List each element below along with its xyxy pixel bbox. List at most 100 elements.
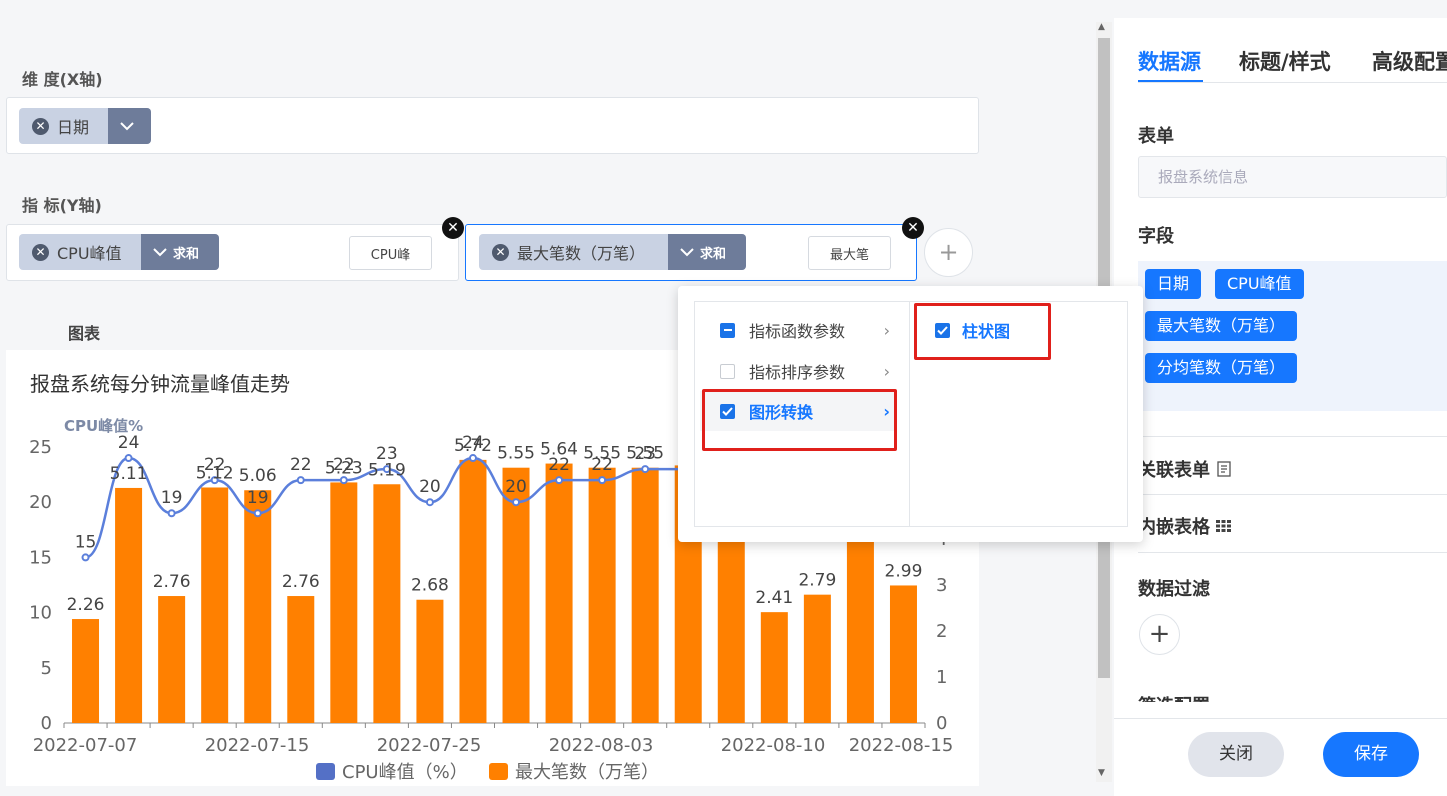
field-tag-date[interactable]: 日期	[1145, 269, 1202, 299]
metrics-label: 指 标(Y轴)	[22, 196, 102, 215]
add-metric-button[interactable]: +	[924, 228, 973, 277]
x-tick-label: 2022-07-15	[205, 735, 310, 756]
x-tick-label: 2022-07-25	[377, 735, 482, 756]
bar-label: 5.55	[497, 444, 535, 464]
add-filter-button[interactable]: +	[1139, 614, 1180, 655]
bar-label: 2.41	[755, 588, 793, 608]
aggregate-label: 求和	[173, 246, 200, 262]
dimension-chip[interactable]: ✕ 日期	[19, 108, 151, 144]
menu-item-func-params[interactable]: 指标函数参数 ›	[700, 310, 896, 350]
y-tick-left: 10	[29, 603, 52, 624]
dimension-chip-label: 日期	[57, 118, 90, 137]
line-label: 19	[161, 488, 183, 508]
tab-datasource[interactable]: 数据源	[1138, 46, 1201, 76]
metric-name: 最大笔数（万笔）	[517, 244, 646, 263]
field-label: 字段	[1138, 226, 1174, 247]
remove-icon[interactable]: ✕	[32, 117, 49, 135]
bar	[158, 596, 186, 723]
aggregate-label: 求和	[700, 246, 727, 262]
bar	[760, 612, 788, 723]
x-tick-label: 2022-08-10	[721, 735, 826, 756]
line-point	[512, 498, 521, 507]
line-label: 20	[419, 477, 441, 497]
close-icon[interactable]: ✕	[902, 217, 924, 239]
legend-label: CPU峰值（%）	[342, 762, 468, 783]
aggregate-dropdown[interactable]: 求和	[141, 234, 219, 270]
bar-label: 2.68	[411, 576, 449, 596]
bar	[889, 585, 917, 723]
highlight-frame	[914, 303, 1051, 360]
line-point	[167, 509, 176, 518]
line-label: 19	[247, 488, 269, 508]
y-tick-left: 25	[29, 437, 52, 458]
tab-style[interactable]: 标题/样式	[1239, 46, 1331, 76]
y-tick-left: 20	[29, 492, 52, 513]
x-tick-label: 2022-08-03	[549, 735, 654, 756]
line-point	[641, 465, 650, 474]
dimension-dropzone[interactable]	[6, 97, 979, 154]
legend-label: 最大笔数（万笔）	[515, 762, 659, 783]
x-tick-label: 2022-07-07	[33, 735, 138, 756]
line-point	[425, 498, 434, 507]
metric-name: CPU峰值	[57, 244, 122, 263]
menu-item-label: 指标函数参数	[749, 322, 846, 341]
line-label: 22	[333, 455, 355, 475]
legend-swatch	[316, 763, 335, 780]
bar	[115, 487, 143, 723]
save-button[interactable]: 保存	[1323, 732, 1419, 777]
tab-advanced[interactable]: 高级配置	[1372, 46, 1447, 76]
related-form[interactable]: 关联表单	[1138, 456, 1232, 482]
form-select[interactable]: 报盘系统信息	[1138, 156, 1447, 198]
bar-label: 5.06	[239, 466, 277, 486]
bar	[287, 596, 315, 723]
scroll-down-icon[interactable]: ▼	[1098, 768, 1105, 778]
metric-alias-input[interactable]: 最大笔	[808, 236, 891, 270]
remove-icon[interactable]: ✕	[492, 243, 509, 261]
y-tick-left: 15	[29, 547, 52, 568]
bar-label: 2.76	[282, 572, 320, 592]
chevron-right-icon: ›	[883, 361, 890, 381]
chart-section-label: 图表	[68, 324, 101, 343]
scroll-up-icon[interactable]: ▲	[1098, 22, 1105, 32]
close-button[interactable]: 关闭	[1188, 732, 1284, 777]
line-point	[555, 476, 564, 485]
bar	[373, 484, 401, 723]
bar-label: 2.26	[67, 595, 105, 615]
metric-chip-max[interactable]: ✕ 最大笔数（万笔） 求和	[479, 234, 746, 270]
bar	[416, 599, 444, 723]
close-icon[interactable]: ✕	[442, 217, 464, 239]
menu-item-label: 指标排序参数	[749, 363, 846, 382]
menu-item-sort-params[interactable]: 指标排序参数 ›	[700, 351, 896, 391]
nested-table[interactable]: 内嵌表格	[1138, 513, 1231, 539]
nested-table-label: 内嵌表格	[1138, 517, 1210, 538]
checkbox-partial[interactable]	[720, 322, 735, 338]
bar	[588, 467, 616, 723]
line-label: 24	[118, 433, 140, 453]
metric-chip-cpu[interactable]: ✕ CPU峰值 求和	[19, 234, 219, 270]
field-tag-avg[interactable]: 分均笔数（万笔）	[1145, 353, 1298, 383]
aggregate-dropdown[interactable]: 求和	[668, 234, 746, 270]
bar	[244, 490, 272, 723]
related-form-label: 关联表单	[1138, 460, 1210, 481]
y-tick-right: 2	[936, 621, 947, 642]
line-label: 20	[505, 477, 527, 497]
checkbox-unchecked[interactable]	[720, 363, 735, 379]
bar	[330, 482, 358, 723]
y-tick-right: 3	[936, 575, 947, 596]
bar	[545, 463, 573, 723]
chevron-down-icon[interactable]	[108, 108, 151, 144]
line-point	[124, 454, 133, 463]
remove-icon[interactable]: ✕	[32, 243, 49, 261]
line-point	[81, 553, 90, 562]
line-label: 24	[462, 433, 484, 453]
data-filter-label: 数据过滤	[1138, 579, 1210, 600]
field-tag-cpu[interactable]: CPU峰值	[1215, 269, 1304, 299]
metric-alias-input[interactable]: CPU峰	[349, 236, 432, 270]
line-label: 22	[204, 455, 226, 475]
bar-label: 2.99	[885, 561, 923, 581]
field-tag-max[interactable]: 最大笔数（万笔）	[1145, 311, 1298, 341]
y-tick-right: 0	[936, 713, 947, 734]
legend-swatch	[489, 763, 508, 780]
bar	[72, 619, 100, 723]
line-point	[598, 476, 607, 485]
